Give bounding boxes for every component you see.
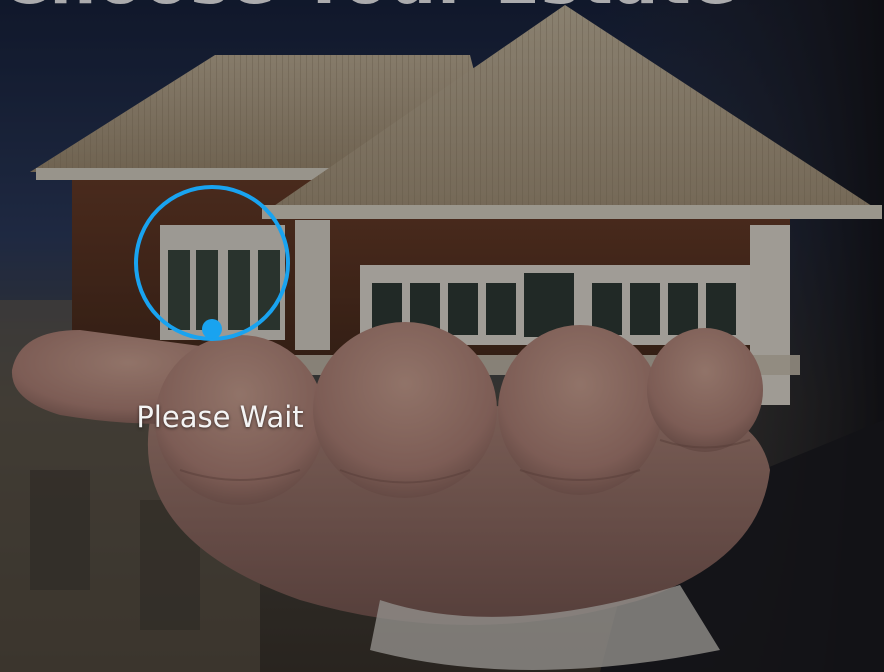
spinner-dot (202, 319, 222, 339)
loading-screen: Choose Your Estate Please Wait (0, 0, 884, 672)
loading-message: Please Wait (136, 400, 304, 434)
spinner-ring-icon (134, 185, 290, 341)
loading-spinner (132, 185, 292, 345)
